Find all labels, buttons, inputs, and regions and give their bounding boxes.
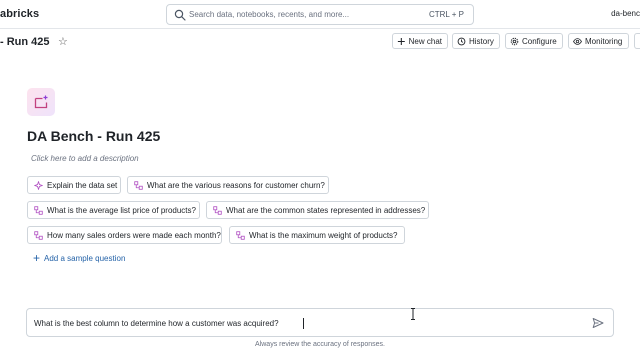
chip-label: What is the average list price of produc…: [47, 205, 196, 215]
text-cursor-icon: [411, 308, 415, 320]
chip-label: What are the common states represented i…: [226, 205, 426, 215]
global-search-input[interactable]: Search data, notebooks, recents, and mor…: [166, 4, 474, 25]
chip-label: Explain the data set: [47, 180, 118, 190]
monitoring-label: Monitoring: [585, 36, 623, 46]
new-chat-label: New chat: [408, 36, 442, 46]
history-button[interactable]: History: [452, 33, 500, 49]
send-icon[interactable]: [592, 317, 604, 329]
chip-label: How many sales orders were made each mon…: [47, 230, 221, 240]
history-icon: [457, 37, 466, 45]
description-field[interactable]: Click here to add a description: [31, 154, 139, 163]
workspace-user-menu[interactable]: da-benc: [611, 9, 640, 18]
add-sample-question-label: Add a sample question: [44, 253, 126, 263]
genie-space-icon: [27, 88, 55, 116]
sample-question-chip[interactable]: What are the common states represented i…: [206, 201, 429, 219]
text-caret: [303, 318, 304, 329]
sample-question-chip[interactable]: Explain the data set: [27, 176, 121, 194]
brand-logo[interactable]: abricks: [0, 8, 39, 20]
sample-question-chip[interactable]: What are the various reasons for custome…: [127, 176, 329, 194]
search-placeholder: Search data, notebooks, recents, and mor…: [189, 10, 350, 19]
sample-question-chip[interactable]: What is the maximum weight of products?: [229, 226, 405, 244]
top-bar: abricks Search data, notebooks, recents,…: [0, 0, 640, 29]
new-chat-button[interactable]: New chat: [392, 33, 448, 49]
sample-question-chip[interactable]: How many sales orders were made each mon…: [27, 226, 222, 244]
chat-input-text: What is the best column to determine how…: [34, 319, 279, 328]
chip-label: What is the maximum weight of products?: [249, 230, 398, 240]
sql-query-icon: [134, 180, 143, 190]
add-sample-question-link[interactable]: + Add a sample question: [33, 251, 126, 265]
chat-input[interactable]: What is the best column to determine how…: [26, 308, 614, 337]
favorite-star-icon[interactable]: ☆: [58, 36, 68, 48]
monitoring-button[interactable]: Monitoring: [568, 33, 629, 49]
sample-question-chip[interactable]: What is the average list price of produc…: [27, 201, 200, 219]
configure-button[interactable]: Configure: [505, 33, 563, 49]
sql-query-icon: [236, 230, 245, 240]
accuracy-disclaimer: Always review the accuracy of responses.: [255, 341, 385, 348]
more-options-button[interactable]: [634, 33, 640, 49]
configure-label: Configure: [522, 36, 557, 46]
plus-icon: [397, 37, 405, 45]
gear-icon: [510, 37, 519, 45]
eye-icon: [573, 37, 582, 45]
page-title: - Run 425: [0, 36, 50, 48]
sql-query-icon: [213, 205, 222, 215]
sql-query-icon: [34, 205, 43, 215]
search-shortcut: CTRL + P: [428, 10, 464, 19]
sparkle-icon: [34, 180, 43, 190]
search-icon: [174, 9, 186, 21]
history-label: History: [469, 36, 494, 46]
chip-label: What are the various reasons for custome…: [147, 180, 325, 190]
chat-sparkle-icon: [34, 95, 48, 109]
sql-query-icon: [34, 230, 43, 240]
space-title: DA Bench - Run 425: [27, 128, 161, 144]
plus-icon: +: [33, 251, 41, 265]
